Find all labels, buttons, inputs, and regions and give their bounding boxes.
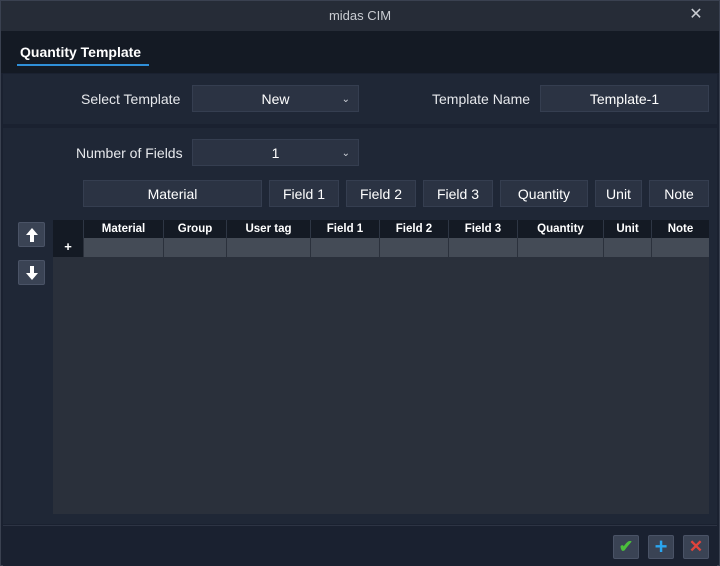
cell-note[interactable] <box>651 238 709 257</box>
cell-quantity[interactable] <box>517 238 603 257</box>
cancel-x-icon: ✕ <box>688 537 704 556</box>
number-of-fields-dropdown[interactable]: 1 ⌄ <box>192 139 359 166</box>
quantity-grid[interactable]: Material Group User tag Field 1 Field 2 … <box>53 220 709 514</box>
cell-group[interactable] <box>163 238 226 257</box>
field-button-field-1[interactable]: Field 1 <box>269 180 339 207</box>
select-template-label: Select Template <box>81 91 181 107</box>
window-title: midas CIM <box>328 8 392 23</box>
move-down-button[interactable] <box>18 260 45 285</box>
column-header-note[interactable]: Note <box>651 220 709 238</box>
number-of-fields-label: Number of Fields <box>76 145 183 161</box>
template-name-label: Template Name <box>432 91 531 107</box>
field-button-unit[interactable]: Unit <box>595 180 642 207</box>
column-header-group[interactable]: Group <box>163 220 226 238</box>
new-row-marker: + <box>53 238 83 257</box>
new-row: + <box>53 238 709 257</box>
dialog-window: midas CIM ✕ Quantity Template Select Tem… <box>0 0 720 566</box>
tab-quantity-template[interactable]: Quantity Template <box>17 44 149 66</box>
cell-field-1[interactable] <box>310 238 379 257</box>
cell-field-2[interactable] <box>379 238 448 257</box>
column-header-unit[interactable]: Unit <box>603 220 651 238</box>
cancel-button[interactable]: ✕ <box>683 535 709 559</box>
close-icon[interactable]: ✕ <box>687 6 705 24</box>
chevron-down-icon: ⌄ <box>341 148 350 159</box>
column-header-material[interactable]: Material <box>83 220 163 238</box>
cell-unit[interactable] <box>603 238 651 257</box>
cell-user-tag[interactable] <box>226 238 310 257</box>
cell-material[interactable] <box>83 238 163 257</box>
field-button-quantity[interactable]: Quantity <box>500 180 588 207</box>
select-template-value: New <box>261 91 290 107</box>
column-header-field-2[interactable]: Field 2 <box>379 220 448 238</box>
column-header-user-tag[interactable]: User tag <box>226 220 310 238</box>
field-button-material[interactable]: Material <box>83 180 262 207</box>
column-header-quantity[interactable]: Quantity <box>517 220 603 238</box>
cell-field-3[interactable] <box>448 238 517 257</box>
arrow-down-icon <box>25 266 38 280</box>
plus-icon: + <box>654 534 668 559</box>
tab-bar: Quantity Template <box>1 31 719 73</box>
column-header-field-3[interactable]: Field 3 <box>448 220 517 238</box>
add-button[interactable]: + <box>648 535 674 559</box>
template-name-field[interactable]: Template-1 <box>540 85 709 112</box>
title-bar: midas CIM ✕ <box>1 1 719 31</box>
field-button-field-2[interactable]: Field 2 <box>346 180 416 207</box>
ok-button[interactable]: ✔ <box>613 535 639 559</box>
dialog-footer: ✔ + ✕ <box>3 525 717 566</box>
select-template-dropdown[interactable]: New ⌄ <box>192 85 359 112</box>
field-button-note[interactable]: Note <box>649 180 709 207</box>
move-up-button[interactable] <box>18 222 45 247</box>
check-icon: ✔ <box>618 537 634 556</box>
arrow-up-icon <box>25 228 38 242</box>
column-header-field-1[interactable]: Field 1 <box>310 220 379 238</box>
chevron-down-icon: ⌄ <box>341 94 350 105</box>
number-of-fields-value: 1 <box>271 145 280 161</box>
field-button-field-3[interactable]: Field 3 <box>423 180 493 207</box>
grid-header: Material Group User tag Field 1 Field 2 … <box>53 220 709 238</box>
